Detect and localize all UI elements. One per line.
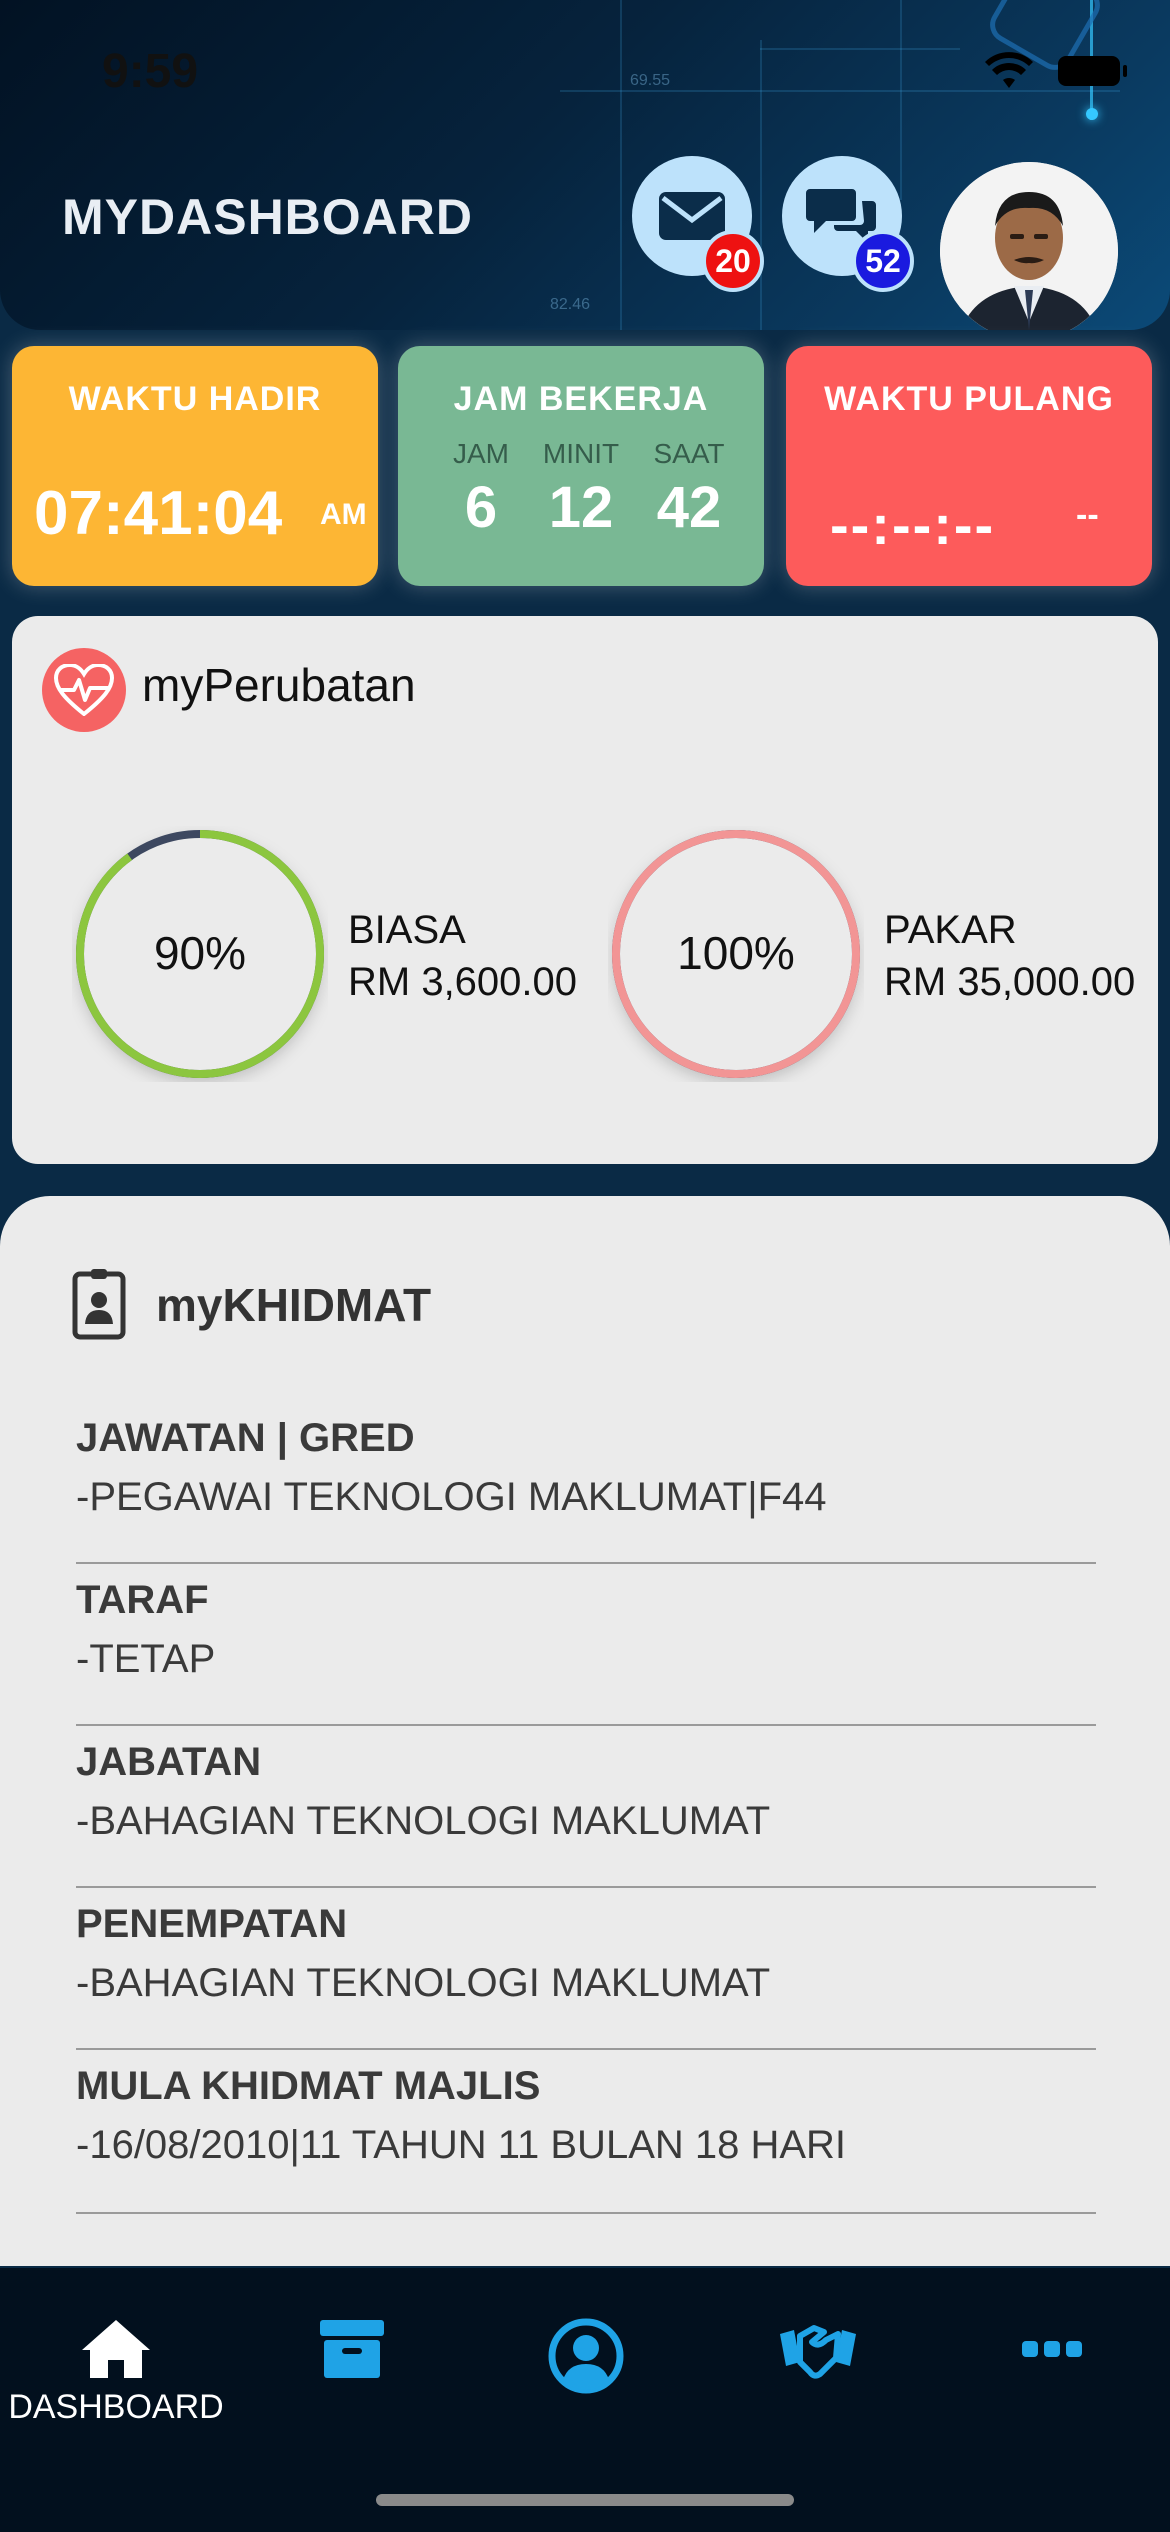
- jawatan-gred-row: JAWATAN | GRED -PEGAWAI TEKNOLOGI MAKLUM…: [76, 1416, 1096, 1564]
- decor-dot: [1086, 108, 1098, 120]
- app-title: MYDASHBOARD: [62, 189, 473, 245]
- waktu-pulang-ampm: --: [1076, 496, 1099, 534]
- nav-handshake[interactable]: [748, 2318, 888, 2438]
- status-icons: [984, 52, 1127, 90]
- mula-khidmat-row: MULA KHIDMAT MAJLIS -16/08/2010|11 TAHUN…: [76, 2064, 1096, 2214]
- jam-label: JAM: [453, 438, 509, 469]
- minit-value: 12: [548, 475, 614, 540]
- chat-count-badge: 52: [852, 230, 914, 292]
- nav-archive[interactable]: [282, 2318, 422, 2438]
- row-value: -PEGAWAI TEKNOLOGI MAKLUMAT|F44: [76, 1475, 827, 1519]
- user-photo-icon: [940, 162, 1118, 330]
- khidmat-panel: myKHIDMAT JAWATAN | GRED -PEGAWAI TEKNOL…: [0, 1196, 1170, 2266]
- pakar-type: PAKAR: [884, 908, 1017, 952]
- row-label: JAWATAN | GRED: [76, 1416, 415, 1460]
- decor-number: 69.55: [630, 72, 671, 89]
- nav-more[interactable]: [982, 2318, 1122, 2438]
- mail-button[interactable]: 20: [632, 156, 764, 292]
- chat-button[interactable]: 52: [782, 156, 914, 292]
- row-value: -BAHAGIAN TEKNOLOGI MAKLUMAT: [76, 1961, 771, 2005]
- row-label: JABATAN: [76, 1740, 262, 1784]
- row-value: -BAHAGIAN TEKNOLOGI MAKLUMAT: [76, 1799, 771, 1843]
- decor-line: [760, 48, 960, 50]
- waktu-hadir-time: 07:41:04: [34, 479, 283, 548]
- jam-column: JAM 6: [426, 438, 536, 541]
- waktu-hadir-ampm: AM: [320, 498, 367, 531]
- saat-value: 42: [656, 475, 722, 540]
- row-label: TARAF: [76, 1578, 209, 1622]
- wifi-icon: [985, 52, 1033, 88]
- home-indicator: [376, 2494, 794, 2506]
- profile-icon: [548, 2318, 624, 2394]
- waktu-hadir-title: WAKTU HADIR: [68, 380, 322, 418]
- minit-label: MINIT: [542, 438, 620, 469]
- status-time: 9:59: [102, 45, 199, 98]
- jam-value: 6: [464, 475, 498, 540]
- decor-number: 82.46: [550, 296, 591, 313]
- pakar-amount: RM 35,000.00: [884, 960, 1136, 1004]
- penempatan-row: PENEMPATAN -BAHAGIAN TEKNOLOGI MAKLUMAT: [76, 1902, 1096, 2050]
- biasa-type: BIASA: [348, 908, 466, 952]
- more-icon: [1022, 2341, 1082, 2357]
- decor-line: [900, 0, 902, 200]
- biasa-amount: RM 3,600.00: [348, 960, 578, 1004]
- jabatan-row: JABATAN -BAHAGIAN TEKNOLOGI MAKLUMAT: [76, 1740, 1096, 1888]
- archive-icon: [320, 2320, 384, 2378]
- nav-profile[interactable]: [516, 2318, 656, 2438]
- home-icon: [82, 2320, 150, 2378]
- decor-line: [620, 0, 622, 330]
- waktu-pulang-title: WAKTU PULANG: [824, 380, 1114, 418]
- mail-count-badge: 20: [702, 230, 764, 292]
- waktu-pulang-card: WAKTU PULANG --:--:-- --: [786, 346, 1152, 586]
- waktu-pulang-time: --:--:--: [830, 493, 996, 556]
- minit-column: MINIT 12: [526, 438, 636, 541]
- perubatan-title: myPerubatan: [142, 659, 416, 711]
- battery-icon: [1058, 56, 1127, 86]
- jam-bekerja-title: JAM BEKERJA: [453, 380, 709, 418]
- khidmat-title: myKHIDMAT: [156, 1279, 432, 1331]
- jam-bekerja-card: JAM BEKERJA JAM 6 MINIT 12 SAAT 42: [398, 346, 764, 586]
- decor-line: [560, 90, 1120, 92]
- row-value: -16/08/2010|11 TAHUN 11 BULAN 18 HARI: [76, 2123, 847, 2167]
- pakar-percent: 100%: [677, 927, 795, 979]
- biasa-percent: 90%: [153, 927, 247, 979]
- biasa-info: BIASA RM 3,600.00: [348, 904, 577, 1008]
- heart-pulse-icon: [42, 648, 126, 732]
- handshake-icon: [780, 2325, 856, 2379]
- pakar-info: PAKAR RM 35,000.00: [884, 904, 1135, 1008]
- saat-column: SAAT 42: [634, 438, 744, 541]
- perubatan-panel[interactable]: myPerubatan 90% BIASA RM 3,600.00 100% P…: [12, 616, 1158, 1164]
- waktu-hadir-card: WAKTU HADIR 07:41:04 AM: [12, 346, 378, 586]
- saat-label: SAAT: [653, 438, 725, 469]
- row-label: PENEMPATAN: [76, 1902, 348, 1946]
- nav-dashboard[interactable]: DASHBOARD: [8, 2318, 224, 2438]
- row-value: -TETAP: [76, 1637, 216, 1681]
- nav-dashboard-label: DASHBOARD: [8, 2388, 224, 2426]
- avatar[interactable]: [940, 162, 1118, 330]
- id-badge-icon: [72, 1269, 126, 1340]
- decor-line: [760, 40, 762, 330]
- row-label: MULA KHIDMAT MAJLIS: [76, 2064, 541, 2108]
- taraf-row: TARAF -TETAP: [76, 1578, 1096, 1726]
- bottom-nav: DASHBOARD: [0, 2268, 1170, 2532]
- app-header: 69.55 82.46 9:59 MYDASHBOARD 20 52: [0, 0, 1170, 330]
